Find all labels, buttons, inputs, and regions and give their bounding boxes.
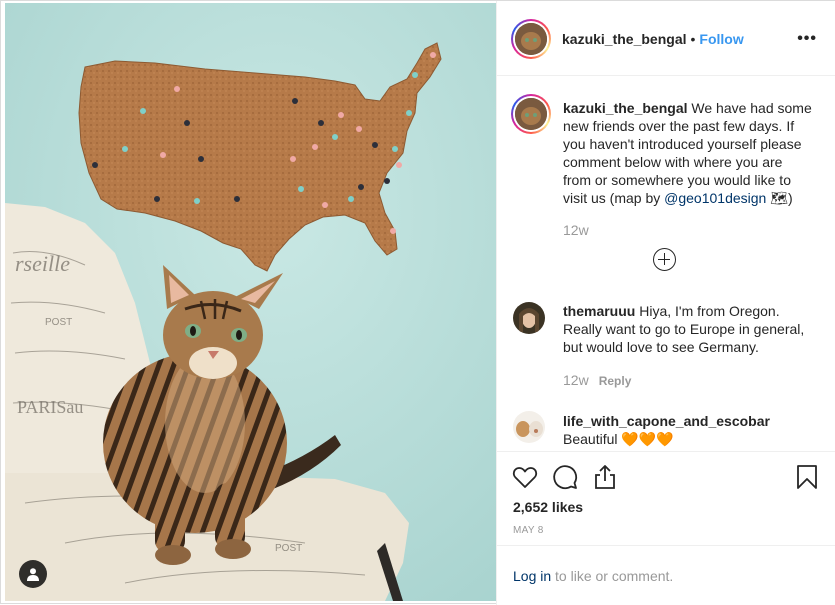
comment-username[interactable]: themaruuu [563, 303, 635, 319]
post-actions: 2,652 likes MAY 8 [497, 451, 835, 551]
login-link[interactable]: Log in [513, 568, 551, 584]
plus-circle-icon[interactable] [653, 248, 676, 271]
user-tag-button[interactable] [19, 560, 47, 588]
commenter-avatar[interactable] [513, 302, 545, 334]
comment-timestamp[interactable]: 12w [563, 372, 589, 388]
author-avatar[interactable] [511, 19, 551, 59]
bookmark-icon[interactable] [793, 463, 821, 491]
share-icon[interactable] [591, 463, 619, 491]
post-caption: kazuki_the_bengal We have had some new f… [563, 99, 813, 207]
caption-avatar[interactable] [511, 94, 551, 134]
header-user-line: kazuki_the_bengal • Follow [562, 31, 744, 47]
caption-username[interactable]: kazuki_the_bengal [563, 100, 688, 116]
login-text: Log in to like or comment. [513, 568, 673, 584]
comment-icon[interactable] [551, 463, 579, 491]
post-header: kazuki_the_bengal • Follow ••• [497, 1, 835, 76]
post-sidebar: kazuki_the_bengal • Follow ••• kazuki_the_… [496, 1, 835, 605]
svg-text:POST: POST [275, 543, 302, 554]
comment-meta: 12w Reply [563, 372, 631, 388]
more-options-icon[interactable]: ••• [797, 30, 817, 48]
author-username[interactable]: kazuki_the_bengal [562, 31, 687, 47]
caption-mention-link[interactable]: @geo101design [664, 190, 766, 206]
comment: life_with_capone_and_escobar Beautiful 🧡… [563, 412, 813, 448]
post-date[interactable]: MAY 8 [513, 525, 544, 536]
caption-timestamp[interactable]: 12w [563, 222, 589, 238]
comment-text: Beautiful 🧡🧡🧡 [563, 431, 674, 447]
caption-suffix: 🗺) [766, 190, 793, 206]
commenter-avatar[interactable] [513, 411, 545, 443]
comment: themaruuu Hiya, I'm from Oregon. Really … [563, 302, 813, 356]
reply-button[interactable]: Reply [599, 374, 632, 388]
svg-text:PARISau: PARISau [17, 397, 83, 417]
comments-list[interactable]: kazuki_the_bengal We have had some new f… [497, 76, 835, 451]
heart-icon[interactable] [511, 463, 539, 491]
comment-username[interactable]: life_with_capone_and_escobar [563, 412, 813, 430]
svg-text:rseille: rseille [15, 251, 70, 276]
post-photo[interactable]: rseille PARISau POST POST [5, 3, 496, 601]
login-prompt: Log in to like or comment. [497, 545, 835, 605]
user-tag-icon [27, 568, 39, 581]
likes-count[interactable]: 2,652 likes [513, 499, 583, 515]
login-rest: to like or comment. [551, 568, 674, 584]
svg-text:POST: POST [45, 317, 72, 328]
instagram-post: rseille PARISau POST POST kazuki_the_ben… [0, 0, 835, 605]
separator-dot: • [690, 31, 696, 47]
cat-and-map-photo: rseille PARISau POST POST [5, 3, 496, 601]
follow-button[interactable]: Follow [699, 31, 743, 47]
